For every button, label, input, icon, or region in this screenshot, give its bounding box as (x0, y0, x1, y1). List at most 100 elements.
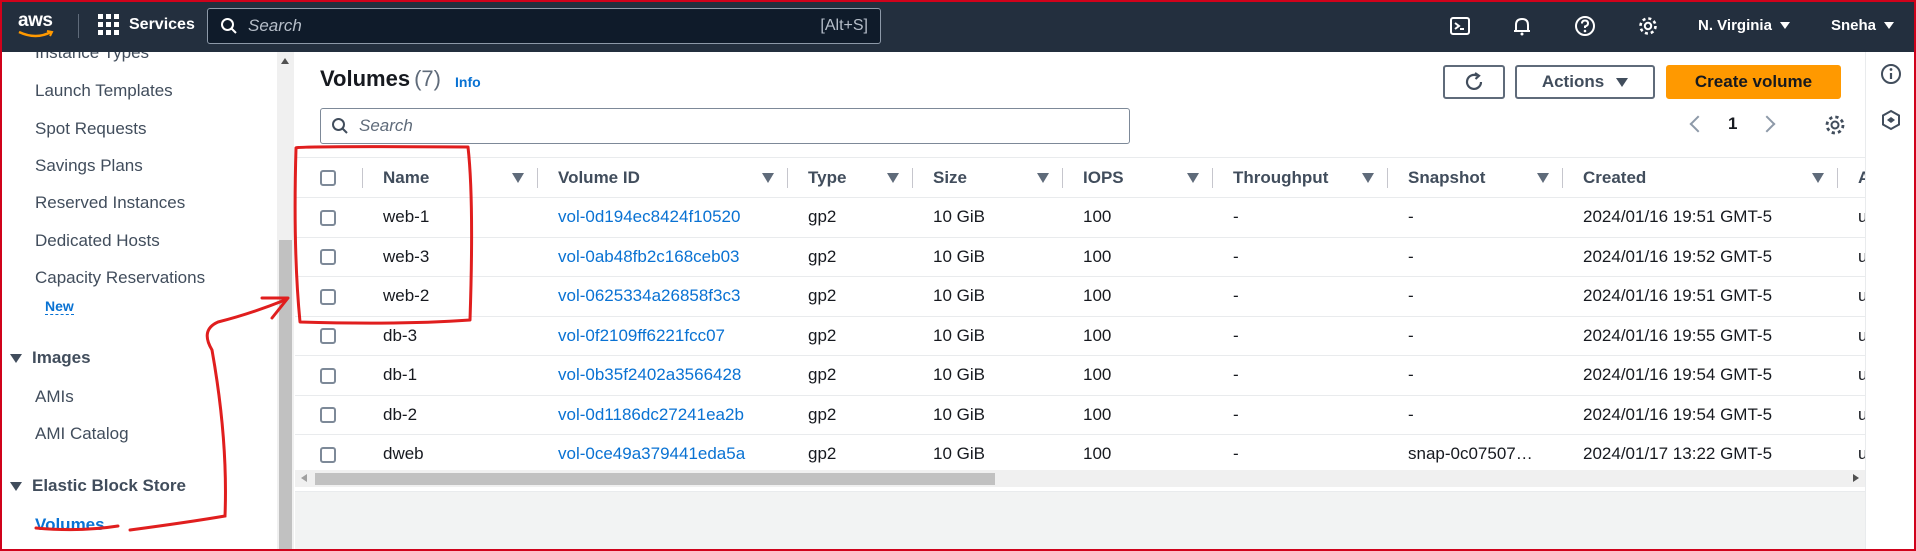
sidebar-item-capacity-reservations[interactable]: Capacity Reservations (35, 268, 205, 288)
cell-size: 10 GiB (913, 355, 1063, 396)
volume-search-input[interactable] (359, 116, 1119, 136)
info-panel-icon[interactable] (1880, 63, 1904, 87)
sidebar-item-spot-requests[interactable]: Spot Requests (35, 119, 147, 139)
sidebar-item-amis[interactable]: AMIs (35, 387, 74, 407)
cloudshell-icon[interactable] (1448, 14, 1472, 38)
scrollbar-thumb[interactable] (279, 240, 292, 551)
cell-type: gp2 (788, 434, 913, 475)
volumes-panel: Volumes(7) Info Actions Create volume 1 (295, 52, 1865, 492)
sidebar-scrollbar[interactable] (277, 52, 294, 551)
sidebar-item-volumes[interactable]: Volumes (35, 515, 105, 535)
column-label: Created (1583, 167, 1647, 187)
table-row[interactable]: web-1 vol-0d194ec8424f10520 gp2 10 GiB 100- -… (295, 197, 1865, 238)
notifications-bell-icon[interactable] (1510, 14, 1534, 38)
title-text: Volumes (320, 66, 411, 91)
cell-az: u (1838, 316, 1865, 356)
settings-gear-icon[interactable] (1636, 14, 1660, 38)
column-header-volume-id[interactable]: Volume ID (538, 157, 788, 198)
previous-page-icon[interactable] (1689, 115, 1707, 133)
table-row[interactable]: db-3 vol-0f2109ff6221fcc07 gp2 10 GiB 100- -2… (295, 316, 1865, 356)
services-menu-button[interactable]: Services (98, 14, 195, 35)
cell-id[interactable]: vol-0ce49a379441eda5a (538, 434, 788, 475)
column-header-iops[interactable]: IOPS (1063, 157, 1213, 198)
row-checkbox[interactable] (320, 446, 336, 463)
column-header-snapshot[interactable]: Snapshot (1388, 157, 1563, 198)
sort-icon[interactable] (1187, 172, 1199, 183)
sort-icon[interactable] (512, 172, 524, 183)
sidebar-item-ami-catalog[interactable]: AMI Catalog (35, 424, 129, 444)
help-icon[interactable] (1573, 14, 1597, 38)
create-volume-button[interactable]: Create volume (1666, 65, 1841, 99)
column-header-size[interactable]: Size (913, 157, 1063, 198)
column-header-az[interactable]: A (1838, 157, 1865, 198)
sidebar-item-savings-plans[interactable]: Savings Plans (35, 156, 143, 176)
scroll-left-arrow-icon[interactable] (301, 474, 307, 482)
cell-id[interactable]: vol-0ab48fb2c168ceb03 (538, 237, 788, 277)
row-checkbox[interactable] (320, 407, 336, 424)
row-checkbox[interactable] (320, 249, 336, 266)
cell-throughput: - (1213, 395, 1388, 435)
cell-id[interactable]: vol-0d194ec8424f10520 (538, 197, 788, 238)
cell-id[interactable]: vol-0d1186dc27241ea2b (538, 395, 788, 435)
sidebar-item-launch-templates[interactable]: Launch Templates (35, 81, 173, 101)
global-search-input[interactable] (248, 16, 821, 36)
info-link[interactable]: Info (455, 74, 481, 90)
region-selector[interactable]: N. Virginia (1698, 17, 1790, 34)
cell-id[interactable]: vol-0625334a26858f3c3 (538, 276, 788, 317)
row-select-cell (295, 355, 363, 396)
row-checkbox[interactable] (320, 328, 336, 345)
select-all-checkbox[interactable] (320, 170, 336, 187)
cell-id[interactable]: vol-0f2109ff6221fcc07 (538, 316, 788, 356)
table-preferences-gear-icon[interactable] (1823, 113, 1847, 142)
hexagon-icon[interactable] (1880, 109, 1904, 133)
sort-icon[interactable] (1812, 172, 1824, 183)
sidebar-section-images[interactable]: Images (10, 348, 91, 368)
sort-icon[interactable] (1037, 172, 1049, 183)
column-header-throughput[interactable]: Throughput (1213, 157, 1388, 198)
column-header-created[interactable]: Created (1563, 157, 1838, 198)
row-checkbox[interactable] (320, 209, 336, 226)
cell-name: web-3 (363, 237, 538, 277)
page-title: Volumes (7) (320, 66, 441, 92)
sidebar-item-instance-types[interactable]: Instance Types (35, 52, 149, 63)
volumes-table: Name Volume ID Type Size IOPS Throughput… (295, 157, 1865, 475)
cell-throughput: - (1213, 316, 1388, 356)
scroll-right-arrow-icon[interactable] (1853, 474, 1859, 482)
global-search-bar[interactable]: [Alt+S] (207, 8, 881, 44)
column-label: IOPS (1083, 167, 1124, 187)
table-row[interactable]: web-2 vol-0625334a26858f3c3 gp2 10 GiB 100- -… (295, 276, 1865, 317)
search-icon (332, 118, 348, 134)
sort-icon[interactable] (762, 172, 774, 183)
sort-icon[interactable] (1362, 172, 1374, 183)
sort-icon[interactable] (887, 172, 899, 183)
row-checkbox[interactable] (320, 367, 336, 384)
cell-size: 10 GiB (913, 434, 1063, 475)
scroll-up-arrow-icon[interactable] (281, 58, 289, 64)
table-row[interactable]: db-2 vol-0d1186dc27241ea2b gp2 10 GiB 100- -2… (295, 395, 1865, 435)
cell-iops: 100 (1063, 355, 1213, 396)
aws-logo-text: aws (18, 10, 53, 31)
sidebar-section-elastic-block-store[interactable]: Elastic Block Store (10, 476, 186, 496)
row-select-cell (295, 237, 363, 277)
sort-icon[interactable] (1537, 172, 1549, 183)
cell-iops: 100 (1063, 434, 1213, 475)
scrollbar-thumb[interactable] (315, 473, 995, 485)
aws-logo[interactable]: aws (16, 10, 60, 42)
sidebar-item-reserved-instances[interactable]: Reserved Instances (35, 193, 185, 213)
volume-search-bar[interactable] (320, 108, 1130, 144)
table-row[interactable]: db-1 vol-0b35f2402a3566428 gp2 10 GiB 100- -2… (295, 355, 1865, 396)
sidebar-item-dedicated-hosts[interactable]: Dedicated Hosts (35, 231, 160, 251)
column-header-name[interactable]: Name (363, 157, 538, 198)
current-page[interactable]: 1 (1728, 114, 1737, 134)
table-horizontal-scrollbar[interactable] (295, 470, 1865, 487)
table-row[interactable]: dweb vol-0ce49a379441eda5a gp2 10 GiB 100- sn… (295, 434, 1865, 475)
refresh-button[interactable] (1443, 65, 1505, 99)
cell-created: 2024/01/16 19:55 GMT-5 (1563, 316, 1838, 356)
column-header-type[interactable]: Type (788, 157, 913, 198)
cell-id[interactable]: vol-0b35f2402a3566428 (538, 355, 788, 396)
next-page-icon[interactable] (1758, 115, 1776, 133)
table-row[interactable]: web-3 vol-0ab48fb2c168ceb03 gp2 10 GiB 100- -… (295, 237, 1865, 277)
actions-button[interactable]: Actions (1515, 65, 1655, 99)
row-checkbox[interactable] (320, 288, 336, 305)
account-menu[interactable]: Sneha (1831, 17, 1895, 34)
